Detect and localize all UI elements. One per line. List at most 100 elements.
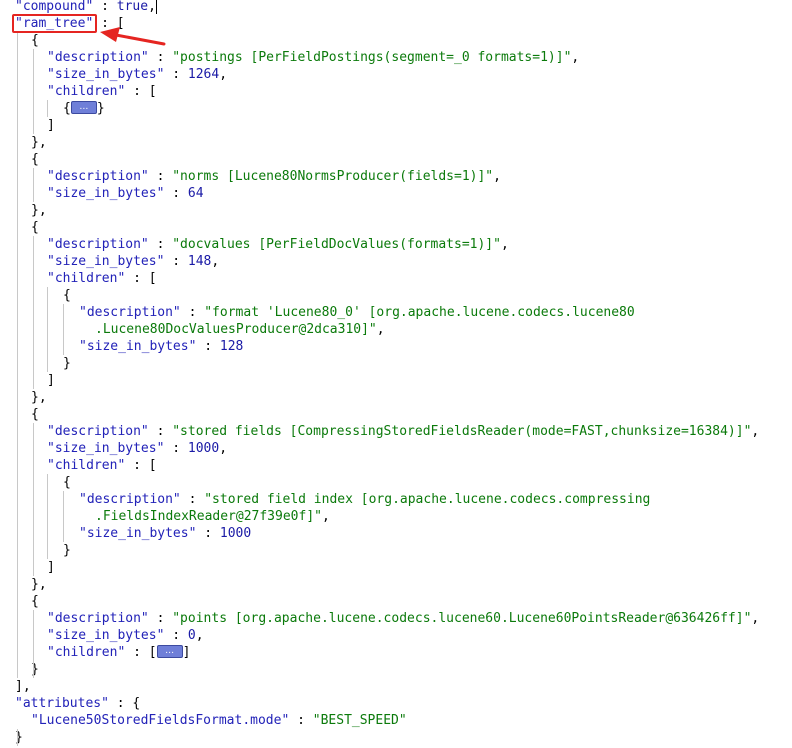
json-key: "description" — [47, 169, 149, 184]
json-string: "postings [PerFieldPostings(segment=_0 f… — [172, 50, 572, 65]
json-key: "attributes" — [15, 696, 109, 711]
json-string: "norms [Lucene80NormsProducer(fields=1)]… — [172, 169, 494, 184]
indent-guide — [47, 287, 48, 372]
json-punct: , — [148, 0, 156, 14]
json-punct: , — [493, 169, 501, 184]
json-punct: , — [321, 509, 330, 524]
json-line: "description" : "format 'Lucene80_0' [or… — [79, 304, 635, 321]
json-key: "compound" — [15, 0, 94, 14]
json-line: { — [31, 219, 39, 236]
json-line: {…} — [63, 100, 105, 117]
json-line: "children" : […] — [47, 644, 190, 661]
json-key: "description" — [47, 424, 149, 439]
json-number: 128 — [219, 339, 244, 354]
json-number: 64 — [187, 186, 204, 201]
json-punct: { — [63, 475, 71, 490]
json-line: "description" : "docvalues [PerFieldDocV… — [47, 236, 509, 253]
indent-guide — [47, 474, 48, 559]
json-punct: : — [196, 526, 220, 541]
json-key: "children" — [47, 84, 126, 99]
json-punct: : — [164, 254, 188, 269]
json-punct: }, — [31, 203, 47, 218]
indent-guide — [33, 610, 34, 678]
json-punct: : — [289, 713, 313, 728]
json-punct: ] — [47, 373, 55, 388]
json-key: "description" — [79, 492, 181, 507]
json-boolean: true — [116, 0, 149, 14]
json-punct: : — [148, 424, 173, 439]
json-number: 1000 — [187, 441, 220, 456]
json-line: }, — [31, 389, 47, 406]
json-punct: ], — [15, 679, 31, 694]
json-line: { — [63, 474, 71, 491]
json-line: }, — [31, 134, 47, 151]
json-line: "compound" : true, — [15, 0, 156, 15]
json-punct: : — [180, 492, 205, 507]
json-string: "stored field index [org.apache.lucene.c… — [204, 492, 651, 507]
annotation-highlight-box — [12, 14, 97, 33]
json-line: "Lucene50StoredFieldsFormat.mode" : "BES… — [31, 712, 407, 729]
json-punct: { — [31, 152, 39, 167]
json-line: { — [31, 151, 39, 168]
json-line: } — [63, 355, 71, 372]
json-line: "size_in_bytes" : 1264, — [47, 66, 227, 83]
json-line: "size_in_bytes" : 1000 — [79, 525, 251, 542]
json-key: "description" — [79, 305, 181, 320]
json-punct: , — [571, 50, 580, 65]
json-punct: : [ — [125, 645, 157, 660]
json-string: .Lucene80DocValuesProducer@2dca310]" — [95, 322, 377, 337]
indent-guide — [33, 423, 34, 576]
json-key: "size_in_bytes" — [47, 254, 165, 269]
json-punct: : — [196, 339, 220, 354]
collapsed-node-button[interactable]: … — [70, 101, 97, 114]
json-line: "attributes" : { — [15, 695, 140, 712]
json-punct: ] — [47, 560, 55, 575]
json-punct: , — [211, 254, 220, 269]
json-key: "description" — [47, 50, 149, 65]
indent-guide — [17, 32, 18, 678]
json-punct: { — [63, 101, 71, 116]
json-line: "size_in_bytes" : 1000, — [47, 440, 227, 457]
json-line: { — [31, 593, 39, 610]
json-punct: } — [63, 543, 71, 558]
json-line: "description" : "points [org.apache.luce… — [47, 610, 759, 627]
json-punct: : — [164, 628, 188, 643]
json-number: 0 — [187, 628, 196, 643]
json-punct: , — [751, 424, 760, 439]
json-line: "size_in_bytes" : 128 — [79, 338, 243, 355]
indent-guide — [63, 304, 64, 355]
json-line: "size_in_bytes" : 0, — [47, 627, 204, 644]
json-punct: { — [31, 594, 39, 609]
json-punct: { — [31, 33, 39, 48]
json-key: "size_in_bytes" — [47, 67, 165, 82]
json-key: "size_in_bytes" — [47, 186, 165, 201]
json-punct: } — [96, 101, 105, 116]
json-string: "stored fields [CompressingStoredFieldsR… — [172, 424, 752, 439]
json-key: "children" — [47, 645, 126, 660]
collapsed-node-button[interactable]: … — [156, 645, 183, 658]
json-punct: : — [164, 67, 188, 82]
indent-guide — [63, 491, 64, 542]
json-key: "Lucene50StoredFieldsFormat.mode" — [31, 713, 290, 728]
json-line: "description" : "postings [PerFieldPosti… — [47, 49, 579, 66]
json-key: "description" — [47, 611, 149, 626]
json-string: "docvalues [PerFieldDocValues(formats=1)… — [172, 237, 501, 252]
json-number: 1000 — [219, 526, 252, 541]
json-line: ] — [47, 372, 55, 389]
indent-guide — [17, 729, 18, 746]
json-key: "size_in_bytes" — [47, 441, 165, 456]
json-line: .FieldsIndexReader@27f39e0f]", — [95, 508, 330, 525]
json-key: "description" — [47, 237, 149, 252]
annotation-arrow-icon — [100, 27, 166, 46]
json-string: "format 'Lucene80_0' [org.apache.lucene.… — [204, 305, 635, 320]
json-line: }, — [31, 202, 47, 219]
json-key: "size_in_bytes" — [79, 526, 197, 541]
json-line: { — [63, 287, 71, 304]
json-punct: : — [148, 169, 173, 184]
json-line: }, — [31, 576, 47, 593]
indent-guide — [33, 49, 34, 134]
text-cursor — [156, 0, 157, 14]
json-punct: }, — [31, 390, 47, 405]
json-key: "children" — [47, 271, 126, 286]
json-line: } — [63, 542, 71, 559]
